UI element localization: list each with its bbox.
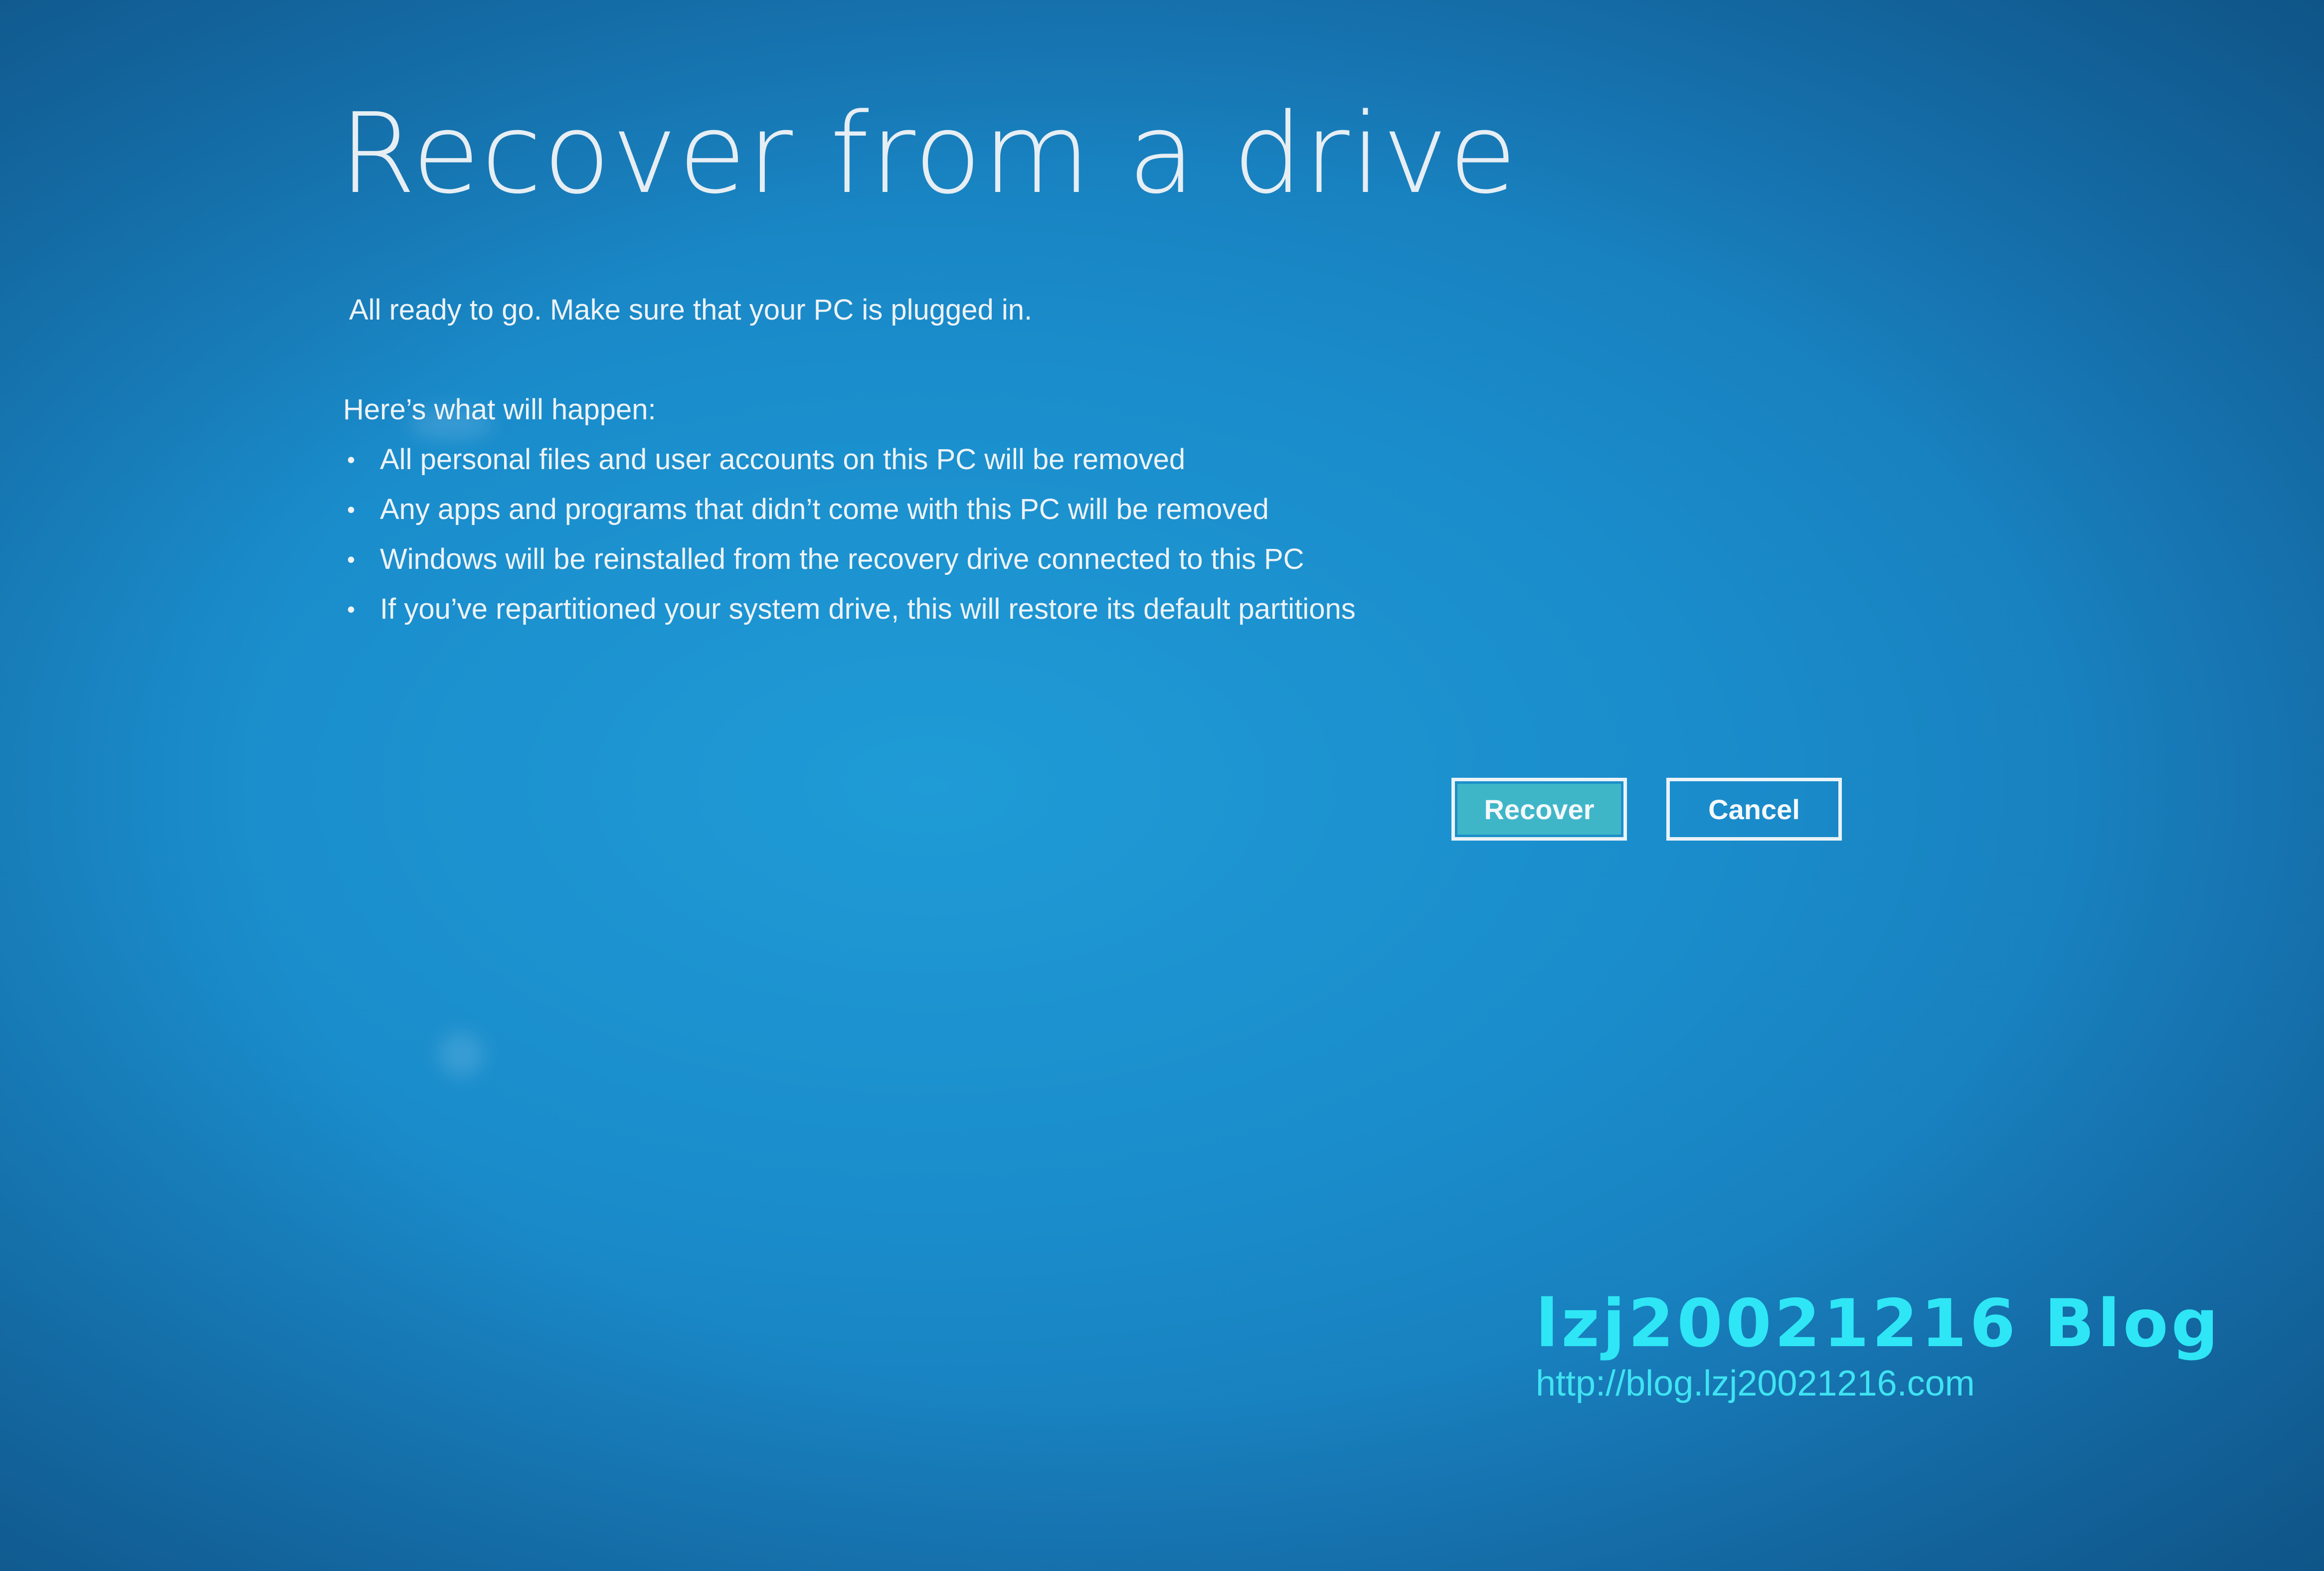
recover-button-label: Recover bbox=[1484, 793, 1595, 825]
list-item-text: Windows will be reinstalled from the rec… bbox=[380, 543, 1304, 575]
watermark: lzj20021216 Blog http://blog.lzj20021216… bbox=[1536, 1286, 2221, 1404]
list-item-text: All personal files and user accounts on … bbox=[380, 443, 1186, 476]
cancel-button[interactable]: Cancel bbox=[1666, 778, 1842, 841]
list-item-text: Any apps and programs that didn’t come w… bbox=[380, 493, 1269, 525]
ready-message: All ready to go. Make sure that your PC … bbox=[349, 294, 1033, 326]
screen-glare bbox=[439, 1032, 484, 1077]
page-title: Recover from a drive bbox=[339, 90, 1518, 218]
bullet-icon: • bbox=[347, 596, 356, 622]
watermark-title: lzj20021216 Blog bbox=[1536, 1285, 2222, 1362]
list-item: • Windows will be reinstalled from the r… bbox=[343, 539, 1356, 589]
watermark-url: http://blog.lzj20021216.com bbox=[1536, 1364, 1975, 1403]
list-item: • Any apps and programs that didn’t come… bbox=[343, 490, 1356, 539]
bullet-icon: • bbox=[347, 546, 356, 572]
bullet-icon: • bbox=[347, 447, 356, 473]
bullet-icon: • bbox=[347, 497, 356, 523]
recover-button[interactable]: Recover bbox=[1451, 778, 1627, 841]
happen-heading: Here’s what will happen: bbox=[343, 393, 656, 426]
list-item: • All personal files and user accounts o… bbox=[343, 440, 1356, 490]
consequences-list: • All personal files and user accounts o… bbox=[343, 440, 1356, 639]
list-item-text: If you’ve repartitioned your system driv… bbox=[380, 593, 1356, 625]
cancel-button-label: Cancel bbox=[1708, 793, 1800, 825]
list-item: • If you’ve repartitioned your system dr… bbox=[343, 589, 1356, 639]
